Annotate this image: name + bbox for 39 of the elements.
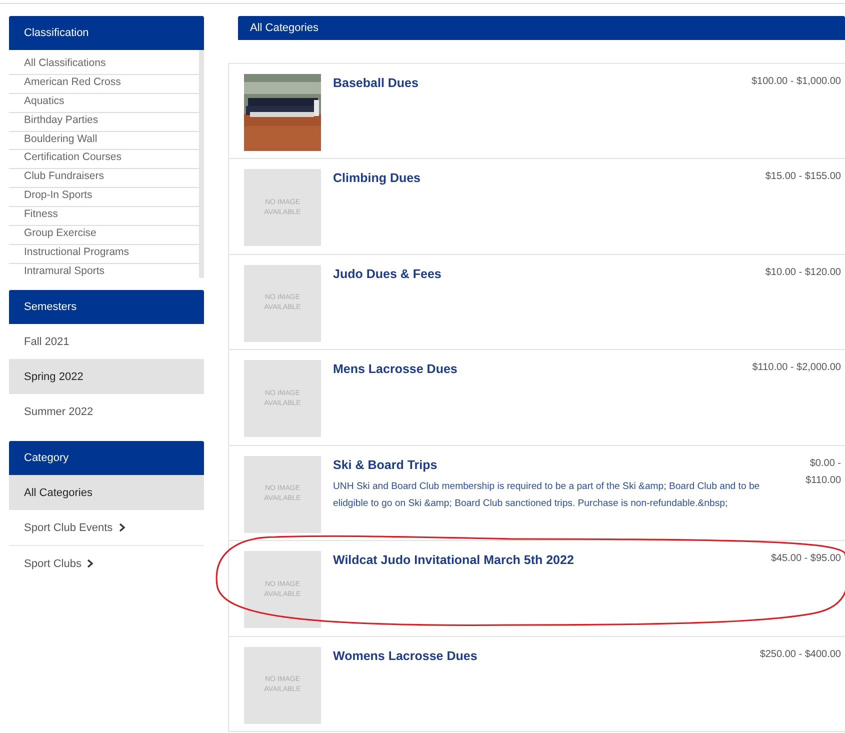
classification-item[interactable]: Drop-In Sports (9, 188, 199, 208)
classification-item[interactable]: American Red Cross (9, 74, 199, 94)
classification-item[interactable]: Intramural Sports (9, 264, 199, 278)
product-title[interactable]: Judo Dues & Fees (333, 266, 754, 280)
classification-item[interactable]: Aquatics (9, 94, 199, 113)
price-range: $45.00 - $95.00 (770, 552, 841, 566)
classification-item[interactable]: All Classifications (9, 56, 199, 75)
classification-item[interactable]: Group Exercise (9, 226, 199, 245)
panel-header: Classification (9, 16, 204, 50)
classification-item[interactable]: Club Fundraisers (9, 169, 199, 188)
category-item[interactable]: Sport Club Events (9, 510, 204, 546)
classification-item[interactable]: Certification Courses (9, 150, 199, 170)
semester-item[interactable]: Fall 2021 (9, 324, 204, 359)
product-title[interactable]: Ski & Board Trips (333, 458, 785, 472)
price-range: $100.00 - $1,000.00 (751, 74, 841, 88)
category-label: Sport Clubs (24, 558, 82, 570)
panel-header: All Categories (238, 16, 845, 40)
price-range: $0.00 - $110.00 (804, 456, 841, 488)
panel-header: Semesters (9, 290, 204, 324)
product-title[interactable]: Wildcat Judo Invitational March 5th 2022 (333, 553, 759, 567)
semester-item[interactable]: Spring 2022 (9, 359, 204, 394)
price-range: $15.00 - $155.00 (765, 170, 841, 184)
category-item[interactable]: All Categories (9, 475, 204, 510)
product-title[interactable]: Womens Lacrosse Dues (333, 648, 748, 662)
price-range: $110.00 - $2,000.00 (752, 361, 841, 375)
product-title[interactable]: Climbing Dues (333, 171, 754, 185)
category-label: Sport Club Events (24, 522, 113, 534)
product-title[interactable]: Baseball Dues (333, 76, 740, 90)
price-range: $10.00 - $120.00 (765, 266, 841, 280)
panel-header: Category (9, 441, 204, 475)
semester-item[interactable]: Summer 2022 (9, 394, 204, 429)
price-range: $250.00 - $400.00 (760, 648, 841, 662)
product-description: UNH Ski and Board Club membership is required to be a part of the Ski &amp; Board Club and to be elidgible to go on Ski &amp; Board Club sanctioned trips. Purchase is non-refundable.&nbsp; (333, 480, 761, 510)
classification-item[interactable]: Fitness (9, 207, 199, 226)
classification-item[interactable]: Bouldering Wall (9, 132, 199, 150)
product-title[interactable]: Mens Lacrosse Dues (333, 362, 740, 376)
classification-item[interactable]: Birthday Parties (9, 112, 199, 132)
classification-item[interactable]: Instructional Programs (9, 244, 199, 264)
category-item[interactable]: Sport Clubs (9, 546, 204, 581)
